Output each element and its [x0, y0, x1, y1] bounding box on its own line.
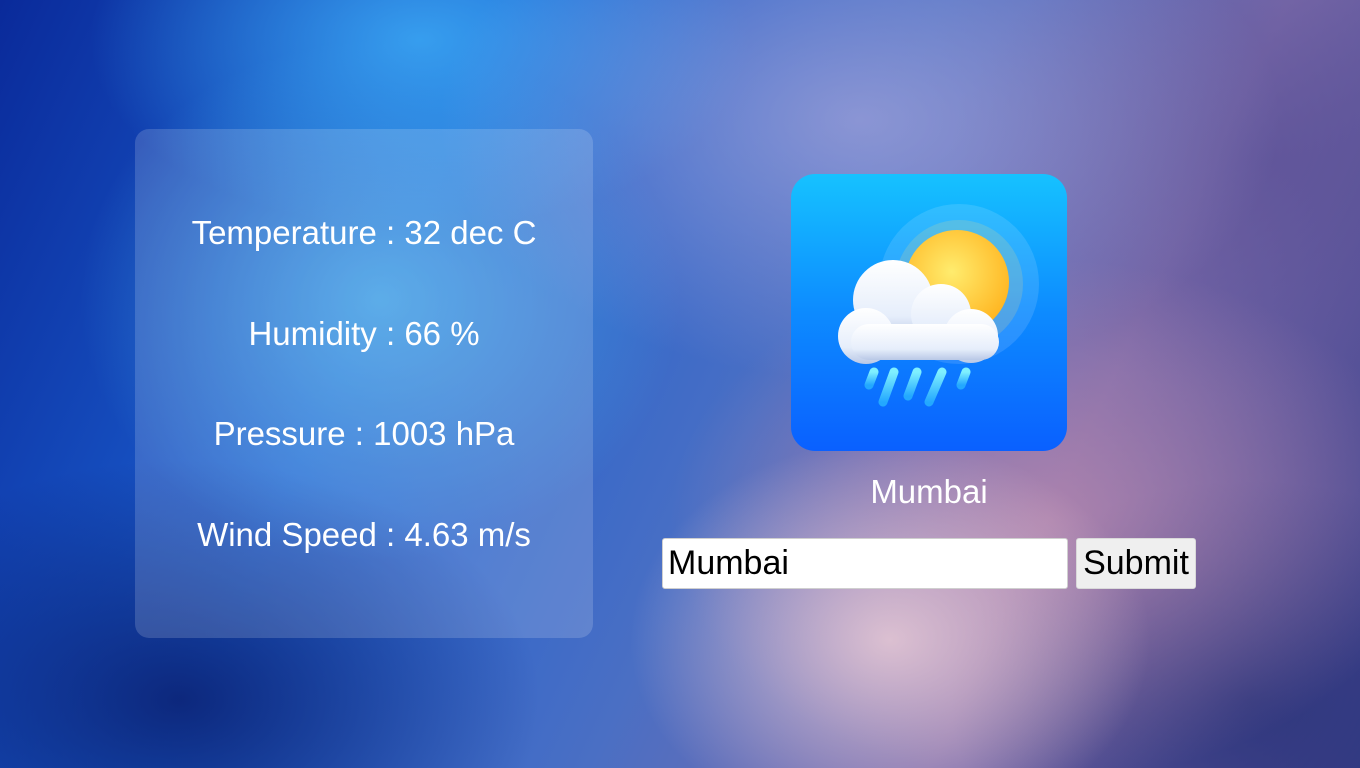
humidity-text: Humidity : 66 % — [248, 315, 480, 352]
rain-cloud-sun-icon — [791, 174, 1067, 451]
temperature-text: Temperature : 32 dec C — [191, 214, 537, 251]
submit-button[interactable]: Submit — [1076, 538, 1196, 589]
weather-info-card: Temperature : 32 dec C Humidity : 66 % P… — [135, 129, 593, 638]
city-name: Mumbai — [870, 473, 988, 510]
city-search-input[interactable] — [662, 538, 1068, 589]
pressure-text: Pressure : 1003 hPa — [213, 415, 515, 452]
wind-speed-text: Wind Speed : 4.63 m/s — [197, 516, 531, 553]
